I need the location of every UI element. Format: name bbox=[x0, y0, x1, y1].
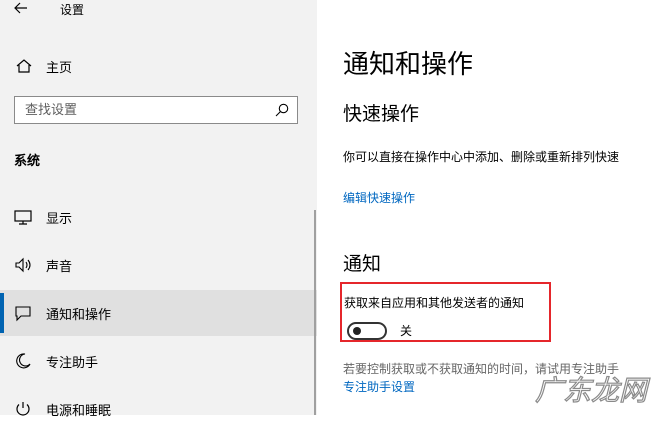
toggle-state-label: 关 bbox=[400, 324, 413, 338]
quick-actions-description: 你可以直接在操作中心中添加、删除或重新排列快速 bbox=[343, 150, 620, 164]
selection-indicator bbox=[0, 293, 4, 333]
sidebar-item-display[interactable]: 显示 bbox=[0, 194, 317, 240]
notifications-toggle[interactable] bbox=[347, 322, 387, 340]
sidebar-item-label: 显示 bbox=[46, 212, 73, 227]
speaker-icon bbox=[15, 257, 31, 273]
sidebar-item-focus-assist[interactable]: 专注助手 bbox=[0, 338, 317, 384]
monitor-icon bbox=[14, 210, 32, 225]
notifications-heading: 通知 bbox=[343, 253, 382, 275]
app-title: 设置 bbox=[60, 3, 85, 17]
power-icon bbox=[16, 402, 30, 416]
sidebar-item-label: 电源和睡眠 bbox=[46, 404, 112, 419]
section-title: 系统 bbox=[14, 154, 41, 169]
sidebar-item-label: 声音 bbox=[46, 260, 73, 275]
back-button[interactable] bbox=[14, 0, 36, 16]
notification-icon bbox=[15, 306, 31, 322]
main-content: 通知和操作 快速操作 你可以直接在操作中心中添加、删除或重新排列快速 编辑快速操… bbox=[317, 0, 657, 415]
sidebar-item-sound[interactable]: 声音 bbox=[0, 242, 317, 288]
highlight-box: 获取来自应用和其他发送者的通知 关 bbox=[340, 282, 551, 342]
sidebar-scrollbar[interactable] bbox=[314, 210, 316, 415]
back-arrow-icon bbox=[14, 2, 27, 14]
get-notifications-label: 获取来自应用和其他发送者的通知 bbox=[344, 296, 525, 310]
search-input[interactable] bbox=[25, 101, 265, 119]
toggle-knob bbox=[353, 327, 361, 335]
search-box[interactable] bbox=[14, 96, 298, 124]
search-icon[interactable] bbox=[275, 103, 289, 117]
edit-quick-actions-link[interactable]: 编辑快速操作 bbox=[343, 189, 415, 206]
title-bar: 设置 bbox=[0, 0, 317, 22]
focus-assist-description: 若要控制获取或不获取通知的时间，请试用专注助手 bbox=[343, 362, 620, 376]
focus-assist-settings-link[interactable]: 专注助手设置 bbox=[343, 378, 415, 395]
quick-actions-heading: 快速操作 bbox=[343, 103, 420, 125]
sidebar-item-power-sleep[interactable]: 电源和睡眠 bbox=[0, 386, 317, 432]
page-title: 通知和操作 bbox=[343, 50, 474, 80]
sidebar-item-label: 专注助手 bbox=[46, 356, 99, 371]
sidebar-item-notifications[interactable]: 通知和操作 bbox=[0, 290, 317, 336]
home-icon bbox=[16, 59, 32, 73]
moon-icon bbox=[16, 353, 31, 369]
sidebar: 设置 主页 系统 显示 声音 通知和操作 bbox=[0, 0, 317, 419]
sidebar-item-label: 通知和操作 bbox=[46, 308, 112, 323]
sidebar-item-label: 主页 bbox=[46, 61, 73, 76]
sidebar-item-home[interactable]: 主页 bbox=[0, 52, 317, 80]
